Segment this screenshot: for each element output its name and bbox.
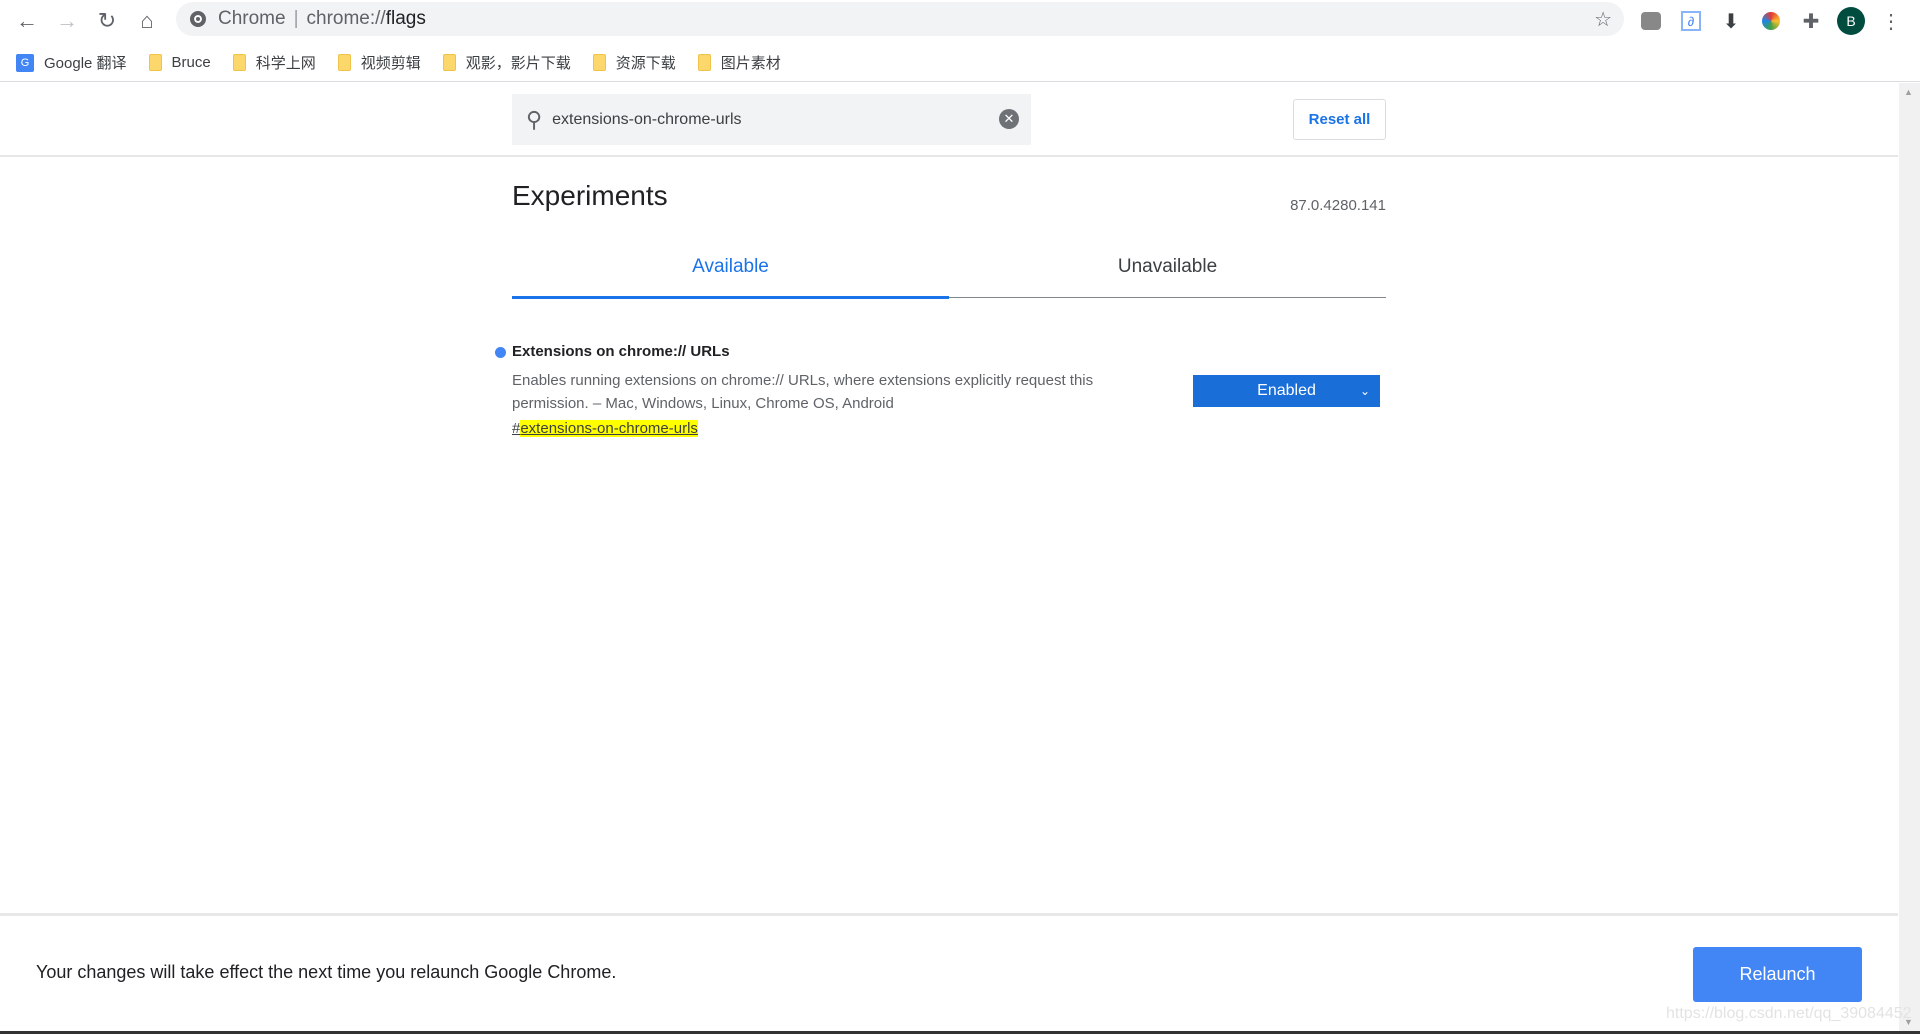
forward-button[interactable]: → (52, 6, 82, 36)
scroll-up-icon[interactable]: ▲ (1904, 87, 1913, 97)
tab-unavailable[interactable]: Unavailable (949, 250, 1386, 297)
search-input[interactable]: ⚲ extensions-on-chrome-urls ✕ (512, 94, 1031, 145)
url-text: chrome://flags (306, 8, 426, 29)
folder-icon (337, 54, 351, 71)
chrome-icon (190, 11, 206, 27)
search-value: extensions-on-chrome-urls (552, 110, 742, 128)
version-label: 87.0.4280.141 (1290, 197, 1386, 214)
bookmark-label: 科学上网 (255, 55, 316, 72)
reload-button[interactable]: ↻ (92, 6, 122, 36)
back-button[interactable]: ← (12, 6, 42, 36)
experiment-state-select[interactable]: Enabled ⌄ (1193, 375, 1380, 407)
bookmark-label: 图片素材 (720, 55, 781, 72)
folder-icon (697, 54, 711, 71)
chevron-down-icon: ⌄ (1359, 384, 1370, 398)
modified-indicator-dot (495, 347, 506, 358)
avatar[interactable]: B (1836, 6, 1866, 36)
reset-all-button[interactable]: Reset all (1293, 99, 1386, 140)
clear-search-icon[interactable]: ✕ (999, 109, 1019, 129)
search-icon: ⚲ (526, 106, 543, 132)
experiment-description: Enables running extensions on chrome:// … (512, 372, 1094, 412)
relaunch-button[interactable]: Relaunch (1693, 947, 1862, 1002)
extensions-puzzle-icon[interactable]: ✚ (1796, 6, 1826, 36)
folder-icon (592, 54, 606, 71)
bookmark-star-icon[interactable]: ☆ (1594, 7, 1612, 32)
bookmark-label: 观影，影片下载 (465, 55, 571, 72)
separator: | (293, 8, 299, 29)
tabs: Available Unavailable (512, 250, 1386, 299)
incognito-extension-icon[interactable] (1636, 6, 1666, 36)
folder-icon (442, 54, 456, 71)
site-label: Chrome (218, 8, 286, 29)
bookmark-item[interactable]: 观影，影片下载 (442, 52, 571, 73)
bookmark-item[interactable]: 图片素材 (697, 52, 781, 73)
experiment-title: Extensions on chrome:// URLs (512, 343, 730, 360)
relaunch-message: Your changes will take effect the next t… (36, 962, 617, 982)
bookmark-label: Google 翻译 (44, 55, 127, 72)
bookmark-item[interactable]: G Google 翻译 (16, 52, 127, 73)
folder-icon (232, 54, 246, 71)
link-extension-icon[interactable]: ∂ (1676, 6, 1706, 36)
bookmarks-bar: G Google 翻译 Bruce 科学上网 视频剪辑 观影，影片下载 资源下载 图片素材 (0, 44, 1920, 82)
watermark: https://blog.csdn.net/qq_39084452 (1666, 1005, 1912, 1022)
address-bar[interactable]: Chrome | chrome://flags ☆ (176, 2, 1624, 36)
selected-value: Enabled (1257, 382, 1316, 399)
bookmark-item[interactable]: 资源下载 (592, 52, 676, 73)
home-button[interactable]: ⌂ (132, 6, 162, 36)
folder-icon (148, 54, 162, 71)
bookmark-item[interactable]: Bruce (148, 54, 211, 71)
tab-available[interactable]: Available (512, 250, 949, 299)
idm-extension-icon[interactable] (1756, 6, 1786, 36)
page-title: Experiments (512, 180, 668, 211)
google-translate-icon: G (16, 53, 34, 72)
bookmark-item[interactable]: 科学上网 (232, 52, 316, 73)
bookmark-label: 资源下载 (615, 55, 676, 72)
download-icon[interactable]: ⬇ (1716, 6, 1746, 36)
bookmark-label: Bruce (171, 54, 211, 71)
bookmark-label: 视频剪辑 (360, 55, 421, 72)
experiment-permalink[interactable]: #extensions-on-chrome-urls (512, 420, 698, 437)
scrollbar[interactable]: ▲ ▼ (1899, 83, 1920, 1031)
menu-kebab-icon[interactable]: ⋮ (1876, 6, 1906, 36)
bookmark-item[interactable]: 视频剪辑 (337, 52, 421, 73)
